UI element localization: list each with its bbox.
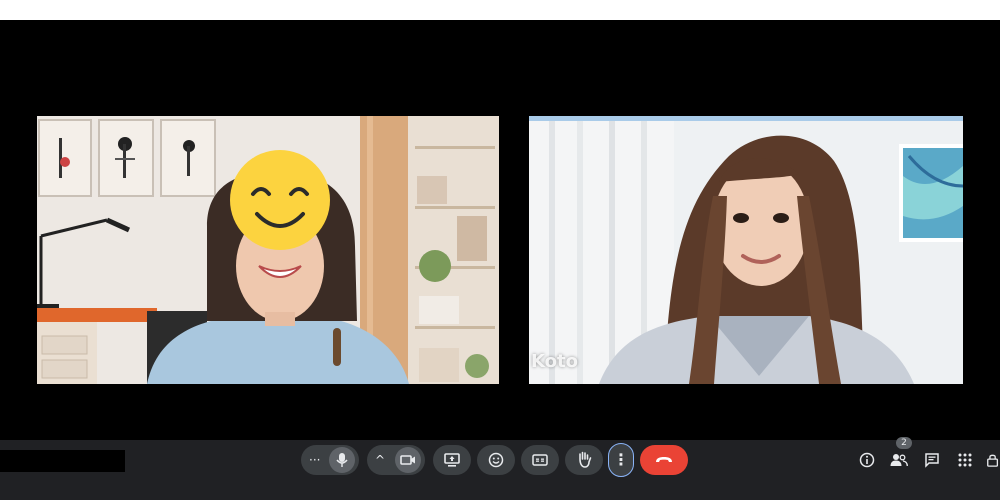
captions-button[interactable] [521, 445, 559, 475]
camera-button[interactable] [395, 447, 421, 473]
video-options-group[interactable]: ^ [367, 445, 425, 475]
meeting-controls-bar: ··· ^ ⋮ 2 [0, 437, 1000, 500]
top-white-strip [0, 0, 1000, 20]
audio-options-group[interactable]: ··· [301, 445, 359, 475]
microphone-button[interactable] [329, 447, 355, 473]
microphone-icon [336, 453, 348, 467]
info-icon [859, 452, 875, 468]
present-screen-icon [444, 453, 460, 467]
people-button[interactable] [889, 450, 909, 470]
audio-more-options-button[interactable]: ··· [309, 454, 320, 466]
closed-captions-icon [532, 454, 548, 466]
people-icon [890, 454, 908, 467]
meeting-info-box [0, 450, 125, 472]
apps-grid-icon [958, 453, 972, 467]
camera-icon [400, 455, 415, 465]
chat-icon [925, 453, 939, 468]
people-count-badge: 2 [896, 437, 912, 449]
more-vert-icon: ⋮ [613, 450, 629, 469]
video-stage: Koto [0, 20, 1000, 440]
reactions-button[interactable] [477, 445, 515, 475]
participant-tile-2[interactable]: Koto [529, 116, 963, 384]
raise-hand-icon [579, 451, 592, 468]
activities-button[interactable] [955, 450, 975, 470]
lock-person-icon [987, 454, 999, 467]
raise-hand-button[interactable] [565, 445, 603, 475]
chevron-up-icon[interactable]: ^ [375, 454, 385, 466]
emoji-icon [488, 452, 504, 468]
smiling-emoji-icon [230, 150, 330, 250]
participant-2-video [529, 116, 963, 384]
meeting-details-button[interactable] [857, 450, 877, 470]
chat-button[interactable] [922, 450, 942, 470]
participant-name-label: Koto [531, 351, 578, 372]
host-controls-button[interactable] [986, 450, 1000, 470]
participant-1-video [37, 116, 499, 384]
present-screen-button[interactable] [433, 445, 471, 475]
hang-up-icon [656, 457, 672, 462]
participant-tile-1[interactable] [37, 116, 499, 384]
end-call-button[interactable] [640, 445, 688, 475]
more-options-button[interactable]: ⋮ [608, 443, 634, 477]
